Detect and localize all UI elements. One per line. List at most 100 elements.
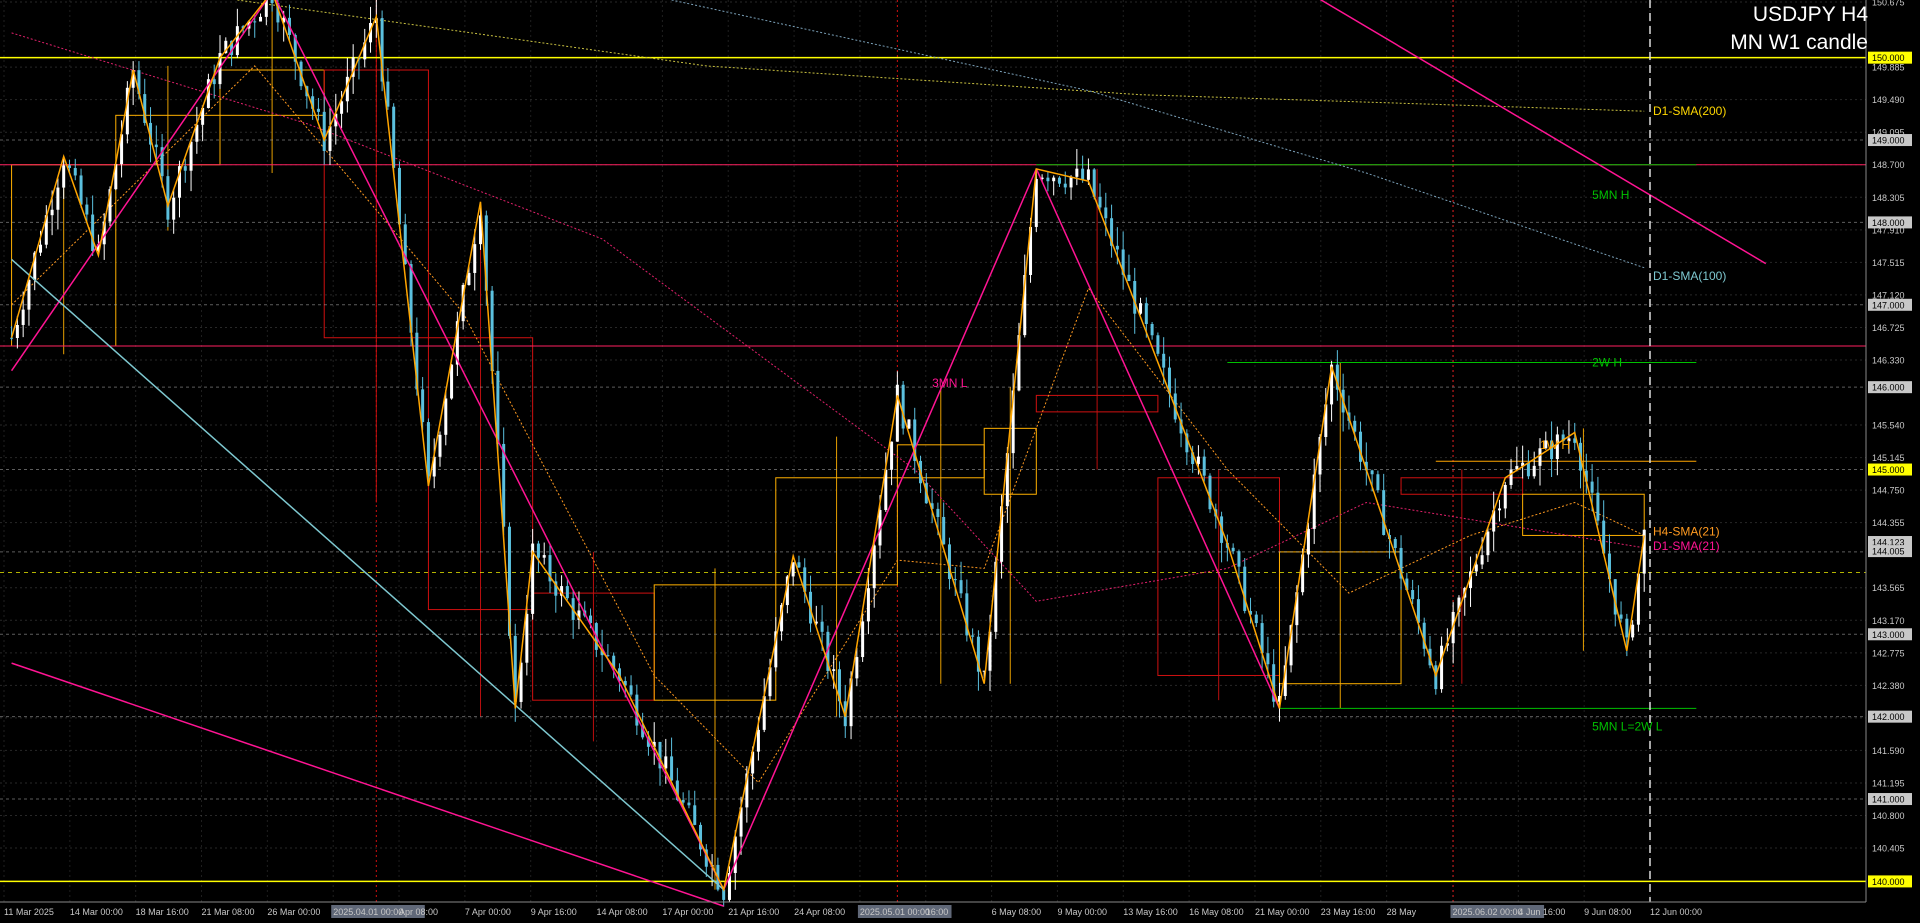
chart-annotation-label: 5MN L=2W L: [1592, 720, 1663, 734]
candle-body: [322, 111, 326, 151]
price-label-text: 143.000: [1872, 630, 1905, 640]
candle-body: [73, 168, 77, 176]
date-tick-label: 16:00: [926, 907, 949, 917]
candle-body: [1480, 555, 1484, 565]
symbol-title: USDJPY H4: [1752, 3, 1868, 26]
candle-body: [154, 144, 158, 148]
price-tick-label: 144.355: [1872, 518, 1905, 528]
candle-body: [1509, 469, 1513, 485]
date-tick-label: 9 May 00:00: [1057, 907, 1107, 917]
price-tick-label: 148.700: [1872, 160, 1905, 170]
date-tick-label: 14 Mar 00:00: [70, 907, 123, 917]
candle-body: [1202, 456, 1206, 476]
candle-body: [473, 244, 477, 273]
candle-body: [1081, 168, 1085, 180]
candle-body: [855, 657, 859, 679]
candle-body: [316, 108, 320, 112]
price-tick-label: 149.490: [1872, 95, 1905, 105]
candle-body: [1370, 470, 1374, 475]
candle-body: [421, 389, 425, 423]
candle-body: [1208, 475, 1212, 510]
date-tick-label: 7 Apr 00:00: [465, 907, 511, 917]
date-tick-label: Apr 08:00: [399, 907, 438, 917]
price-tick-label: 150.675: [1872, 0, 1905, 8]
candle-body: [1619, 614, 1623, 619]
candle-body: [1382, 490, 1386, 535]
candle-body: [1057, 177, 1061, 184]
candle-body: [189, 141, 193, 171]
price-label-text: 142.000: [1872, 712, 1905, 722]
candle-body: [259, 16, 263, 22]
candle-body: [942, 516, 946, 545]
chart-annotation-label: 2W H: [1592, 355, 1622, 369]
chart-annotation-label: D1-SMA(100): [1653, 269, 1726, 283]
candle-body: [91, 214, 95, 252]
candle-body: [866, 588, 870, 622]
candle-body: [756, 729, 760, 752]
candle-body: [525, 613, 529, 663]
candle-body: [183, 166, 187, 171]
candle-body: [687, 802, 691, 806]
date-tick-label: 9 Jun 08:00: [1584, 907, 1631, 917]
candle-body: [1237, 551, 1241, 567]
candle-body: [1115, 245, 1119, 250]
candle-body: [1127, 274, 1131, 282]
candle-body: [895, 384, 899, 442]
candle-body: [1393, 539, 1397, 548]
candle-body: [1503, 484, 1507, 509]
price-tick-label: 141.590: [1872, 746, 1905, 756]
date-tick-label: 12 Jun 00:00: [1650, 907, 1702, 917]
candle-body: [1150, 324, 1154, 336]
candle-body: [1474, 564, 1478, 572]
candle-body: [270, 0, 274, 4]
price-tick-label: 144.750: [1872, 486, 1905, 496]
price-tick-label: 148.305: [1872, 193, 1905, 203]
candle-body: [1075, 168, 1079, 177]
candle-body: [444, 398, 448, 435]
price-label-text: 144.005: [1872, 547, 1905, 557]
price-tick-label: 145.540: [1872, 421, 1905, 431]
candle-body: [1590, 481, 1594, 493]
candle-body: [890, 441, 894, 470]
chart-annotation-label: H4-SMA(21): [1653, 524, 1720, 538]
chart-annotation-label: 5MN H: [1592, 188, 1629, 202]
candle-body: [861, 621, 865, 658]
price-label-text: 141.000: [1872, 795, 1905, 805]
candle-body: [1243, 566, 1247, 612]
candle-body: [959, 580, 963, 594]
candle-body: [693, 805, 697, 825]
date-tick-label: 2025.05.01 00:00: [860, 907, 930, 917]
candle-body: [953, 579, 957, 581]
price-chart[interactable]: 150.675149.885149.490149.095148.700148.3…: [0, 0, 1920, 923]
candle-body: [1631, 624, 1635, 638]
candle-body: [542, 555, 546, 558]
candle-body: [1098, 196, 1102, 208]
candle-body: [438, 434, 442, 457]
price-tick-label: 146.330: [1872, 355, 1905, 365]
date-tick-label: 6 May 08:00: [992, 907, 1042, 917]
candle-body: [1254, 614, 1258, 624]
candle-body: [1052, 177, 1056, 182]
chart-annotation-label: 3MN L: [932, 376, 968, 390]
candle-body: [1306, 528, 1310, 555]
date-tick-label: 18 Mar 16:00: [136, 907, 189, 917]
date-tick-label: 26 Mar 00:00: [267, 907, 320, 917]
candle-body: [56, 187, 60, 210]
price-label-text: 145.000: [1872, 465, 1905, 475]
candle-body: [1104, 207, 1108, 219]
date-tick-label: 24 Apr 08:00: [794, 907, 845, 917]
candle-body: [450, 364, 454, 399]
date-tick-label: 17 Apr 00:00: [662, 907, 713, 917]
candle-body: [832, 669, 836, 671]
candle-body: [166, 176, 170, 220]
candle-body: [1046, 177, 1050, 182]
price-tick-label: 143.565: [1872, 583, 1905, 593]
date-tick-label: 21 May 00:00: [1255, 907, 1310, 917]
candle-body: [467, 272, 471, 286]
price-label-text: 150.000: [1872, 53, 1905, 63]
candle-body: [1596, 492, 1600, 521]
candle-body: [1086, 169, 1090, 180]
chart-annotation-label: D1-SMA(200): [1653, 104, 1726, 118]
candle-body: [820, 621, 824, 632]
candle-body: [901, 384, 905, 429]
